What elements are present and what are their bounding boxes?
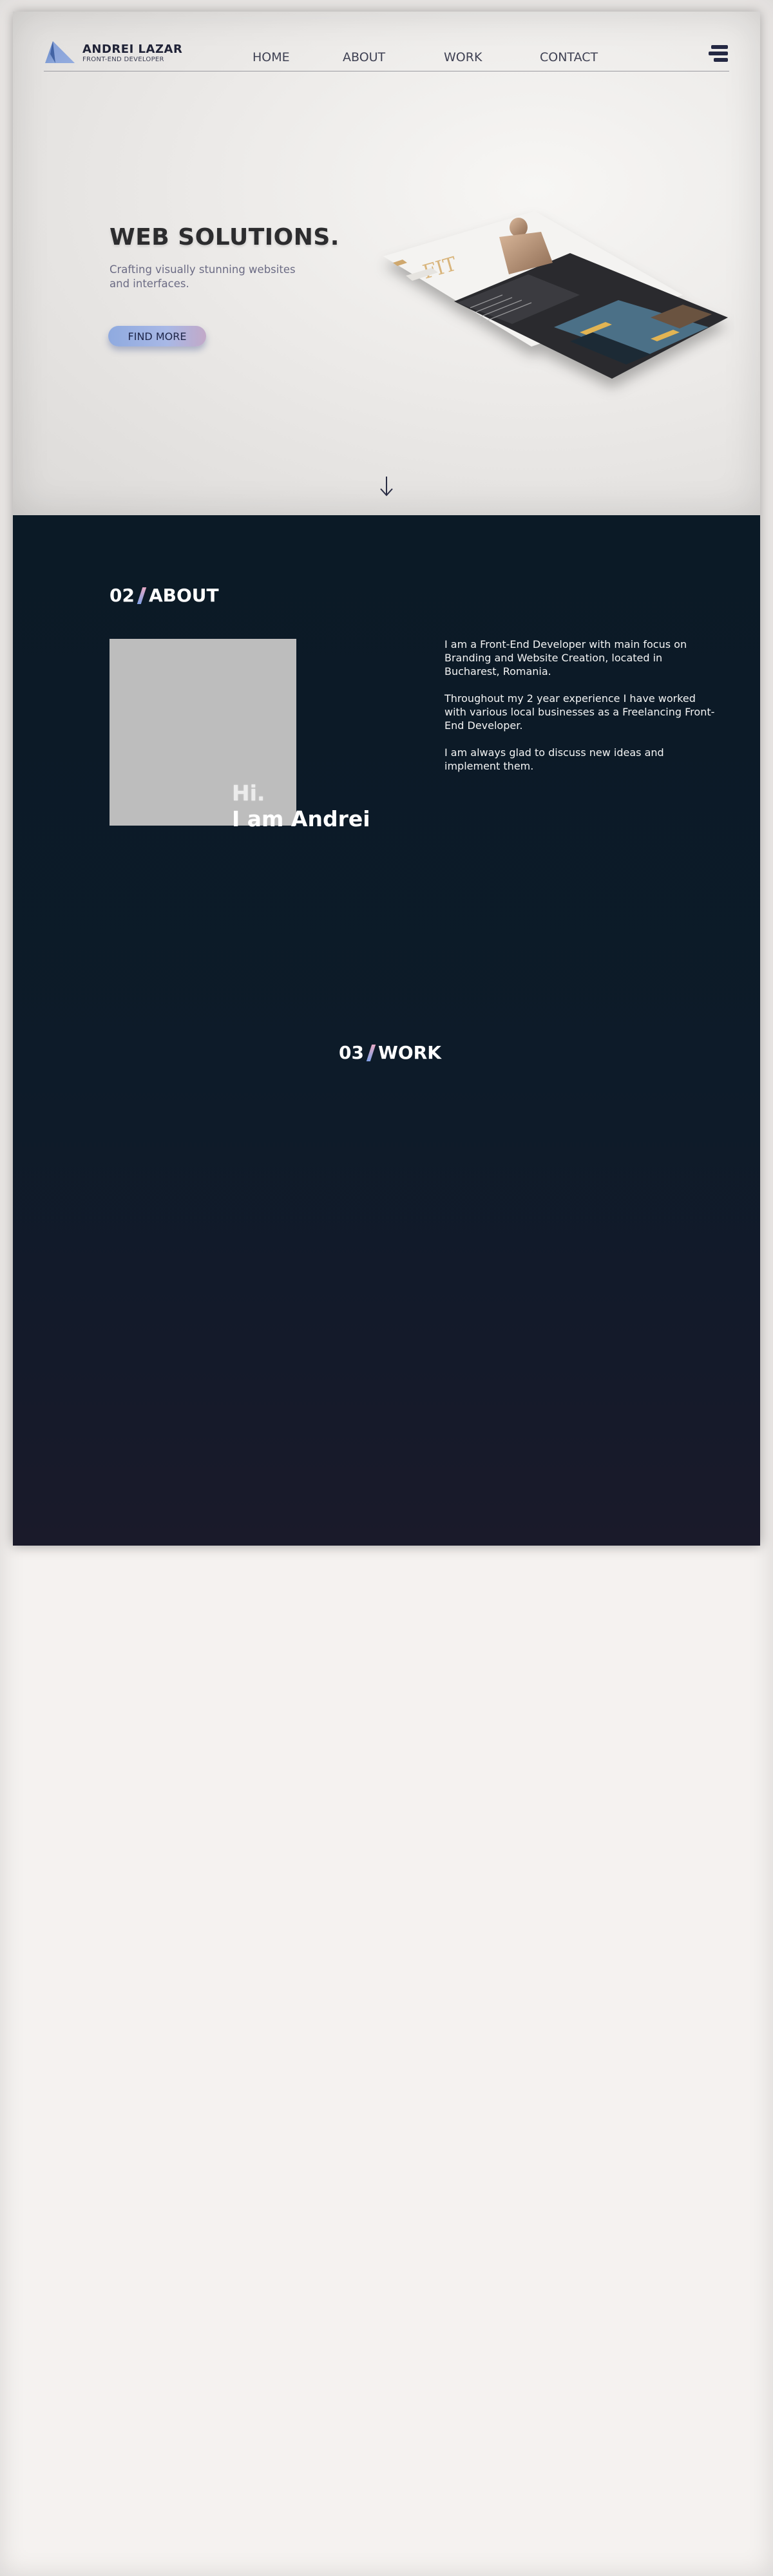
work-title: WORK [377, 1042, 441, 1063]
hero-title: WEB SOLUTIONS. [110, 224, 339, 251]
about-work-section: 02 ABOUT Hi. I am Andrei I am a Front-En… [13, 515, 760, 1546]
about-description: I am a Front-End Developer with main foc… [444, 638, 715, 786]
brand-role: FRONT-END DEVELOPER [82, 56, 164, 63]
about-paragraph: I am always glad to discuss new ideas an… [444, 746, 664, 772]
hamburger-menu-icon[interactable] [707, 45, 728, 63]
slash-divider-icon [137, 587, 147, 604]
about-paragraph: Throughout my 2 year experience I have w… [444, 692, 715, 732]
slash-divider-icon [366, 1044, 376, 1061]
arrow-down-icon[interactable] [377, 474, 396, 500]
about-number: 02 [110, 585, 135, 606]
about-title: ABOUT [148, 585, 219, 606]
nav-home[interactable]: HOME [253, 50, 290, 64]
brand-name: ANDREI LAZAR [82, 43, 183, 56]
nav-work[interactable]: WORK [444, 50, 482, 64]
hero-section: ANDREI LAZAR FRONT-END DEVELOPER HOME AB… [13, 12, 760, 515]
about-heading: 02 ABOUT [110, 585, 219, 606]
triangle-logo-icon [45, 41, 75, 63]
work-number: 03 [339, 1042, 364, 1063]
nav-contact[interactable]: CONTACT [540, 50, 598, 64]
main-nav: HOME ABOUT WORK CONTACT [253, 50, 613, 70]
hero-subtitle: Crafting visually stunning websites and … [110, 263, 296, 290]
work-heading: 03 WORK [339, 1042, 441, 1063]
greeting: Hi. I am Andrei [232, 781, 370, 832]
about-paragraph: I am a Front-End Developer with main foc… [444, 638, 687, 677]
site-card: ANDREI LAZAR FRONT-END DEVELOPER HOME AB… [13, 12, 760, 1546]
website-mockup-image: FIT [383, 211, 728, 379]
greeting-hi: Hi. [232, 781, 265, 806]
find-more-button[interactable]: FIND MORE [108, 326, 206, 346]
greeting-name: I am Andrei [232, 806, 370, 831]
nav-about[interactable]: ABOUT [343, 50, 385, 64]
brand-logo[interactable]: ANDREI LAZAR FRONT-END DEVELOPER [44, 40, 182, 66]
